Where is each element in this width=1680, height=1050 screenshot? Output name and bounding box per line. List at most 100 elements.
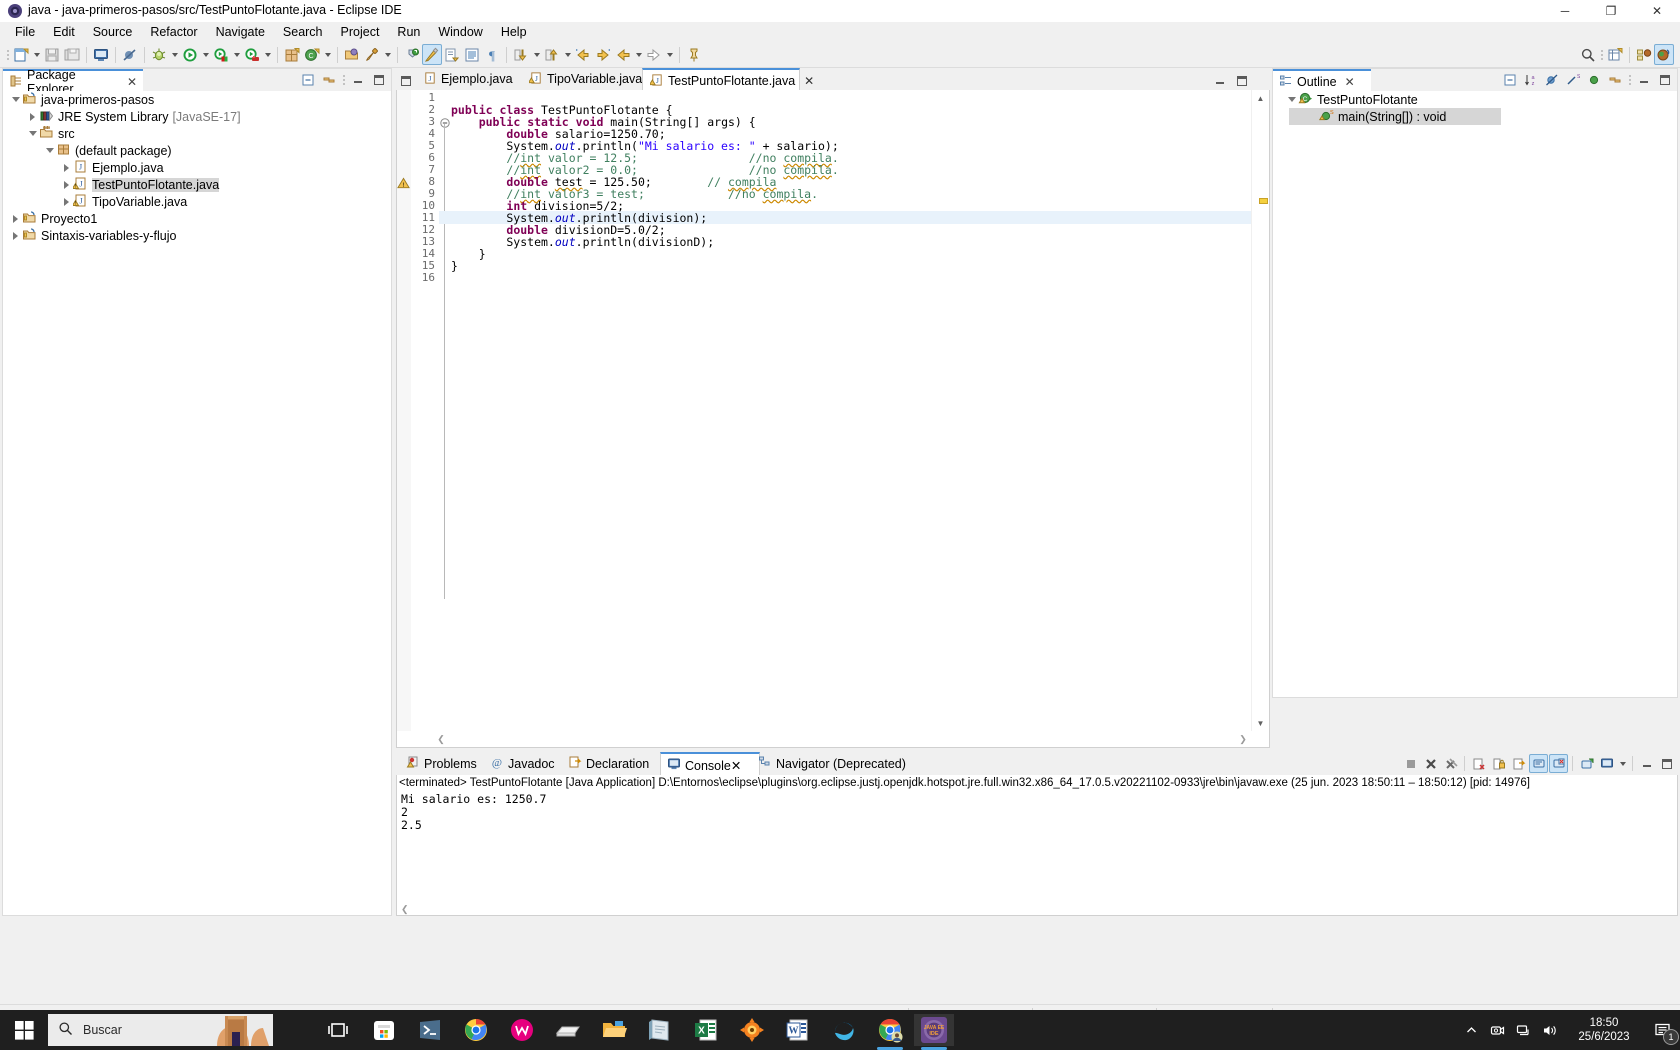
java-perspective-icon[interactable] bbox=[1654, 44, 1674, 65]
maximize-icon[interactable] bbox=[1232, 70, 1252, 91]
run-icon[interactable] bbox=[180, 44, 200, 65]
sort-icon[interactable]: az bbox=[1521, 70, 1541, 91]
word-icon[interactable]: W bbox=[778, 1014, 818, 1046]
remove-all-launches-icon[interactable] bbox=[1441, 754, 1460, 773]
menu-source[interactable]: Source bbox=[84, 23, 142, 41]
pin-editor-icon[interactable] bbox=[684, 44, 704, 65]
minimize-icon[interactable] bbox=[348, 70, 368, 91]
maximize-icon[interactable] bbox=[369, 70, 389, 91]
open-console-dropdown[interactable] bbox=[1617, 753, 1628, 774]
link-icon[interactable] bbox=[402, 44, 422, 65]
run-last-tool-icon[interactable] bbox=[211, 44, 231, 65]
close-icon[interactable]: ✕ bbox=[731, 758, 741, 773]
tree-item-src[interactable]: src bbox=[3, 125, 391, 142]
forward-dropdown[interactable] bbox=[664, 44, 675, 65]
editor-folding-ruler[interactable] bbox=[439, 90, 451, 731]
open-terminal-icon[interactable] bbox=[91, 44, 111, 65]
close-button[interactable]: ✕ bbox=[1634, 0, 1680, 22]
chevron-down-icon[interactable] bbox=[43, 142, 56, 159]
chevron-down-icon[interactable] bbox=[26, 125, 39, 142]
package-explorer-tree[interactable]: java-primeros-pasos JRE System Library [… bbox=[3, 91, 391, 915]
file-explorer-icon[interactable] bbox=[594, 1014, 634, 1046]
skip-breakpoints-icon[interactable] bbox=[120, 44, 140, 65]
google-chrome-icon[interactable] bbox=[456, 1014, 496, 1046]
maximize-button[interactable]: ❐ bbox=[1588, 0, 1634, 22]
previous-annotation-icon[interactable] bbox=[542, 44, 562, 65]
scroll-down-icon[interactable]: ▼ bbox=[1252, 715, 1269, 731]
toolbar-drag-handle[interactable] bbox=[4, 46, 11, 64]
tree-item-jre-system-library[interactable]: JRE System Library [JavaSE-17] bbox=[3, 108, 391, 125]
back-icon[interactable] bbox=[613, 44, 633, 65]
network-icon[interactable] bbox=[1510, 1010, 1536, 1050]
menu-file[interactable]: File bbox=[6, 23, 44, 41]
sun-icon[interactable] bbox=[732, 1014, 772, 1046]
toggle-block-selection-icon[interactable] bbox=[442, 44, 462, 65]
tree-item-default-package[interactable]: (default package) bbox=[3, 142, 391, 159]
excel-icon[interactable]: X bbox=[686, 1014, 726, 1046]
new-java-package-icon[interactable] bbox=[282, 44, 302, 65]
open-task-dropdown[interactable] bbox=[382, 44, 393, 65]
notifications-icon[interactable]: 1 bbox=[1646, 1010, 1680, 1050]
word-wrap-icon[interactable] bbox=[1509, 754, 1528, 773]
tree-item-ejemplo-java[interactable]: J Ejemplo.java bbox=[3, 159, 391, 176]
open-console-icon[interactable] bbox=[1597, 754, 1616, 773]
search-icon[interactable] bbox=[1578, 44, 1598, 65]
next-annotation-icon[interactable] bbox=[511, 44, 531, 65]
chevron-right-icon[interactable] bbox=[60, 176, 73, 193]
tab-problems[interactable]: Problems bbox=[400, 752, 490, 775]
chevron-right-icon[interactable] bbox=[9, 227, 22, 244]
debug-dropdown[interactable] bbox=[169, 44, 180, 65]
warning-marker-icon[interactable]: ! bbox=[397, 177, 410, 193]
tab-outline[interactable]: Outline ✕ bbox=[1273, 69, 1371, 93]
scroll-left-icon[interactable]: ❮ bbox=[433, 731, 449, 747]
last-edit-location-icon[interactable] bbox=[573, 44, 593, 65]
terminate-icon[interactable] bbox=[1401, 754, 1420, 773]
taskbar-search-box[interactable]: Buscar bbox=[48, 1014, 273, 1046]
menu-project[interactable]: Project bbox=[332, 23, 389, 41]
view-menu-icon[interactable] bbox=[1626, 71, 1633, 89]
close-icon[interactable]: ✕ bbox=[804, 74, 814, 88]
chevron-down-icon[interactable] bbox=[1285, 91, 1298, 108]
console-body[interactable]: <terminated> TestPuntoFlotante [Java App… bbox=[396, 775, 1678, 916]
tab-navigator[interactable]: Navigator (Deprecated) bbox=[752, 752, 924, 775]
close-icon[interactable]: ✕ bbox=[1345, 75, 1355, 89]
camera-icon[interactable] bbox=[1484, 1010, 1510, 1050]
tree-item-tipovariable-java[interactable]: J! TipoVariable.java bbox=[3, 193, 391, 210]
task-view-icon[interactable] bbox=[318, 1014, 358, 1046]
run-last-tool-dropdown[interactable] bbox=[231, 44, 242, 65]
menu-run[interactable]: Run bbox=[388, 23, 429, 41]
editor-tab-testpuntoflotante-java[interactable]: J TestPuntoFlotante.java ✕ bbox=[642, 68, 814, 92]
chevron-right-icon[interactable] bbox=[26, 108, 39, 125]
show-whitespace-icon[interactable] bbox=[462, 44, 482, 65]
outline-item-class[interactable]: C TestPuntoFlotante bbox=[1273, 91, 1677, 108]
wacom-icon[interactable] bbox=[502, 1014, 542, 1046]
console-horizontal-scrollbar[interactable]: ❮ bbox=[397, 901, 1677, 915]
new-wizard-icon[interactable] bbox=[11, 44, 31, 65]
tree-item-proyecto1[interactable]: Proyecto1 bbox=[3, 210, 391, 227]
tree-item-sintaxis-variables-y-flujo[interactable]: Sintaxis-variables-y-flujo bbox=[3, 227, 391, 244]
debug-icon[interactable] bbox=[149, 44, 169, 65]
editor-annotation-ruler[interactable]: ! bbox=[397, 90, 412, 731]
chevron-right-icon[interactable] bbox=[9, 210, 22, 227]
show-hidden-icons-icon[interactable] bbox=[1458, 1010, 1484, 1050]
search-input[interactable]: Buscar bbox=[83, 1023, 122, 1037]
tree-item-testpuntoflotante-java[interactable]: J! TestPuntoFlotante.java bbox=[3, 176, 391, 193]
clear-console-icon[interactable] bbox=[1469, 754, 1488, 773]
collapse-all-icon[interactable] bbox=[298, 70, 318, 91]
editor-tab-tipovariable-java[interactable]: J TipoVariable.java bbox=[522, 68, 654, 90]
menu-navigate[interactable]: Navigate bbox=[207, 23, 274, 41]
overview-warning-marker[interactable] bbox=[1259, 198, 1268, 204]
outline-item-main-method[interactable]: S main(String[]) : void bbox=[1289, 108, 1501, 125]
minimize-icon[interactable] bbox=[1210, 70, 1230, 91]
pin-console-icon[interactable] bbox=[1549, 754, 1568, 773]
minimize-icon[interactable] bbox=[1637, 754, 1656, 773]
volume-icon[interactable] bbox=[1536, 1010, 1562, 1050]
hide-static-icon[interactable]: S bbox=[1563, 70, 1583, 91]
editor-horizontal-scrollbar[interactable]: ❮ ❯ bbox=[397, 731, 1269, 747]
menu-window[interactable]: Window bbox=[429, 23, 491, 41]
hide-fields-icon[interactable] bbox=[1542, 70, 1562, 91]
tab-console[interactable]: Console ✕ bbox=[660, 752, 760, 777]
scroll-left-icon[interactable]: ❮ bbox=[401, 904, 409, 915]
chevron-down-icon[interactable] bbox=[9, 91, 22, 108]
link-with-editor-icon[interactable] bbox=[319, 70, 339, 91]
